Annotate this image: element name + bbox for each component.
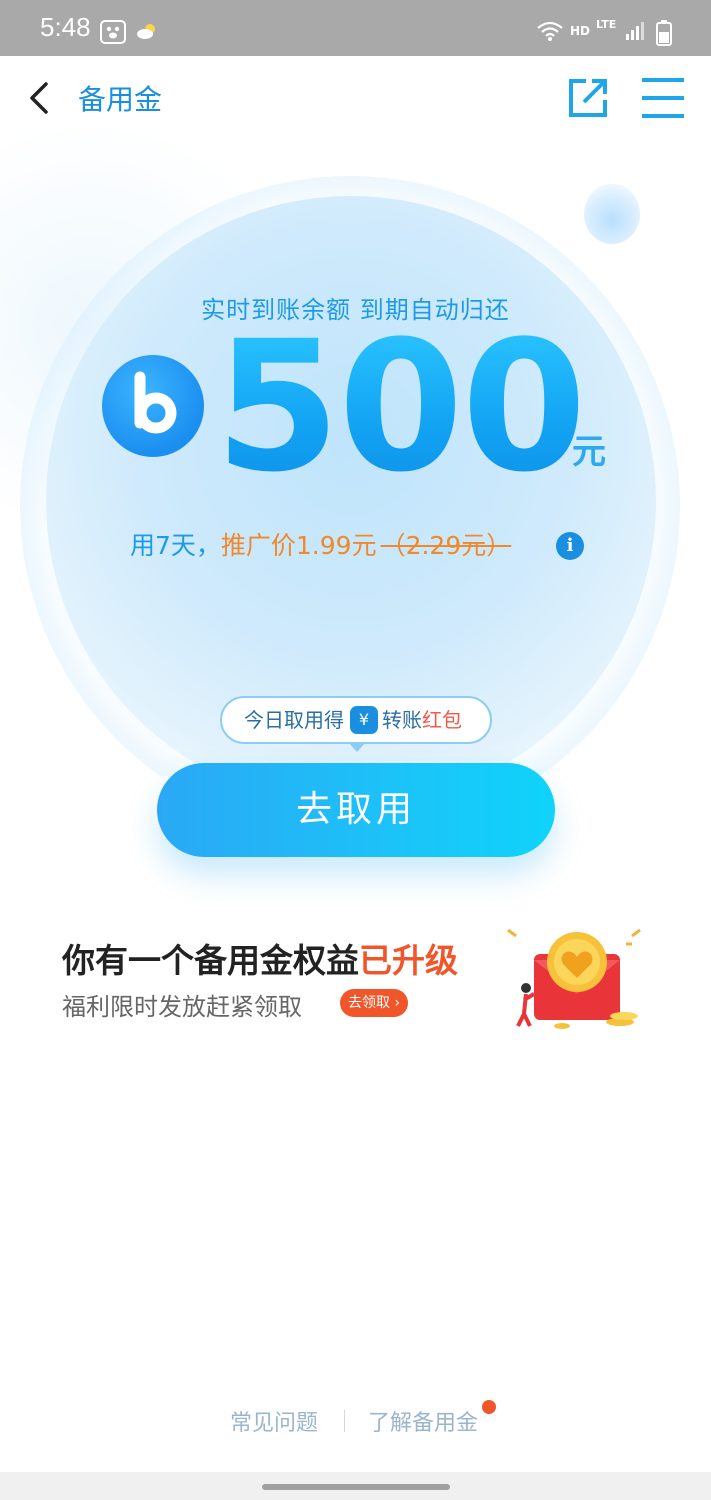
page-title: 备用金 (78, 83, 163, 116)
notification-dot (482, 1400, 496, 1414)
title-bar: 备用金 (0, 56, 711, 140)
share-button[interactable] (566, 76, 610, 120)
weather-icon (136, 22, 158, 44)
amount-value: 500 (215, 303, 587, 512)
reward-redpacket: 红包 (422, 708, 462, 732)
menu-button[interactable] (640, 76, 686, 120)
floating-bubble (584, 184, 640, 244)
battery-icon (656, 20, 672, 50)
price-line: 用7天，推广价1.99元 （2.29元） (130, 526, 511, 562)
price-original: （2.29元） (380, 531, 512, 560)
transfer-icon: ¥ (350, 705, 378, 734)
home-indicator[interactable] (262, 1484, 450, 1490)
promo-title-main: 你有一个备用金权益 (62, 941, 359, 980)
promo-title-highlight: 已升级 (359, 941, 458, 980)
price-days: 用7天， (130, 531, 221, 560)
promo-title[interactable]: 你有一个备用金权益已升级 (62, 934, 458, 982)
share-external-icon (569, 79, 607, 117)
footer-divider (344, 1410, 345, 1432)
hd-icon: HD (570, 24, 591, 38)
promo-subtitle: 福利限时发放赶紧领取 (62, 993, 302, 1021)
wifi-icon (536, 20, 564, 46)
reward-tooltip: 今日取用得 ¥ 转账红包 (220, 696, 492, 744)
status-time: 5:48 (40, 12, 91, 42)
back-chevron-icon (30, 82, 48, 114)
amount-currency: 元 (572, 432, 606, 472)
status-bar: 5:48 HD LTE (0, 0, 711, 56)
back-button[interactable] (18, 72, 62, 124)
red-envelope-illustration[interactable] (502, 922, 652, 1034)
learn-more-link[interactable]: 了解备用金 (368, 1405, 478, 1437)
menu-icon (642, 78, 684, 118)
info-icon[interactable]: i (556, 532, 584, 560)
reward-prefix: 今日取用得 (244, 708, 344, 732)
promo-claim-badge[interactable]: 去领取 › (340, 989, 409, 1017)
paw-notification-icon (100, 20, 126, 48)
price-promo: 推广价1.99元 (220, 531, 377, 560)
reward-transfer: 转账 (382, 708, 422, 732)
b-logo-icon (102, 355, 204, 457)
withdraw-button[interactable]: 去取用 (157, 763, 555, 857)
reward-tooltip-arrow (348, 742, 366, 752)
faq-link[interactable]: 常见问题 (230, 1405, 318, 1437)
